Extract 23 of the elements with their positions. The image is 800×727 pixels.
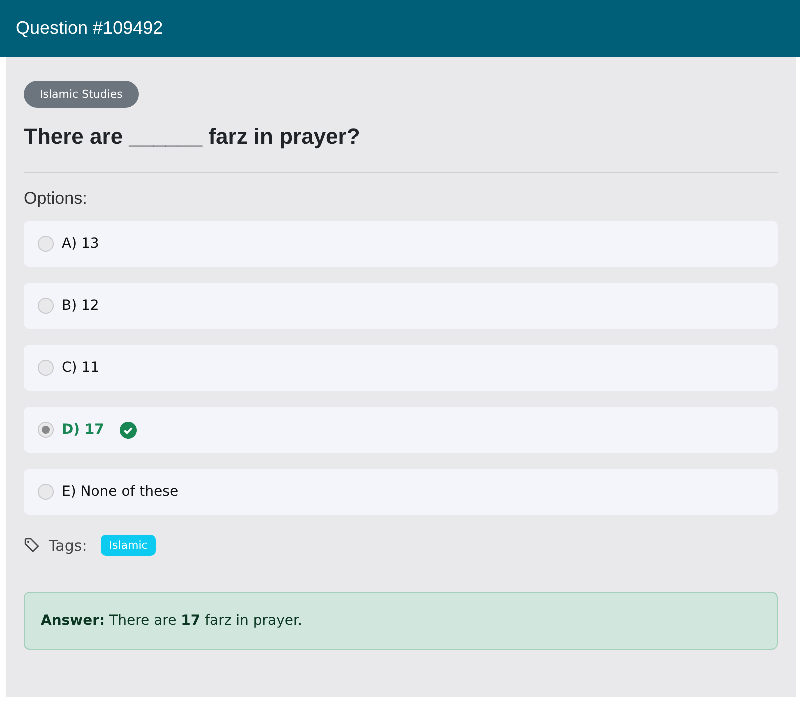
- radio-button[interactable]: [38, 298, 54, 314]
- radio-button[interactable]: [38, 484, 54, 500]
- options-label: Options:: [24, 189, 88, 209]
- page-title: Question #109492: [16, 18, 164, 39]
- option-row[interactable]: C) 11: [24, 345, 778, 391]
- radio-button[interactable]: [38, 236, 54, 252]
- radio-button[interactable]: [38, 360, 54, 376]
- question-text: There are ______ farz in prayer?: [24, 124, 362, 150]
- option-row[interactable]: B) 12: [24, 283, 778, 329]
- tags-label: Tags:: [49, 536, 88, 554]
- answer-text: Answer: There are 17 farz in prayer.: [41, 613, 302, 629]
- option-row[interactable]: A) 13: [24, 221, 778, 267]
- option-row[interactable]: D) 17: [24, 407, 778, 453]
- tag-icon: [24, 537, 41, 554]
- option-text: D) 17: [62, 422, 104, 438]
- option-text: E) None of these: [62, 484, 179, 500]
- check-circle-icon: [120, 422, 138, 438]
- option-text: B) 12: [62, 298, 100, 314]
- option-text: A) 13: [62, 236, 100, 252]
- option-row[interactable]: E) None of these: [24, 469, 778, 515]
- category-badge: Islamic Studies: [24, 81, 139, 108]
- option-text: C) 11: [62, 360, 100, 376]
- radio-button[interactable]: [38, 422, 54, 438]
